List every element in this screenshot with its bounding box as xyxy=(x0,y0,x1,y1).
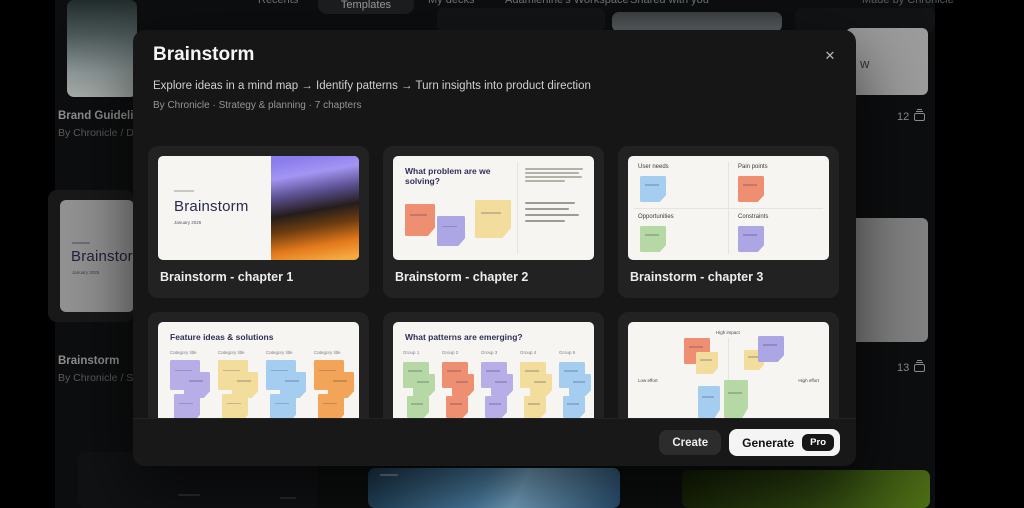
slide-count: 12 xyxy=(897,109,926,123)
deck-icon xyxy=(914,109,926,121)
group-label: Group 2 xyxy=(442,350,459,355)
group-label: Group 5 xyxy=(559,350,576,355)
chapter-card-3[interactable]: User needs Pain points Opportunities Con… xyxy=(618,146,839,298)
partial-slide-text: w xyxy=(860,56,870,71)
brainstorm-bg-title: Brainstorm xyxy=(58,355,120,367)
chapter-4-slide: Feature ideas & solutions Category title… xyxy=(158,322,359,426)
modal-title: Brainstorm xyxy=(153,44,255,65)
chapter-card-label: Brainstorm - chapter 1 xyxy=(160,270,294,284)
chapter-5-slide: What patterns are emerging? Group 1 Grou… xyxy=(393,322,594,426)
axis-label-top: High impact xyxy=(716,330,740,335)
background-slide-thumbnail[interactable] xyxy=(846,218,928,342)
slide-title: What patterns are emerging? xyxy=(405,332,523,342)
tab-recents[interactable]: Recents xyxy=(258,0,298,6)
slide-date: January 2025 xyxy=(174,220,202,225)
pro-badge: Pro xyxy=(802,434,834,451)
brand-guidelines-thumbnail[interactable] xyxy=(67,0,137,97)
close-button[interactable]: ✕ xyxy=(818,44,842,68)
brainstorm-cover-thumbnail[interactable]: Brainstorm January 2025 xyxy=(60,200,145,312)
chapter-card-1[interactable]: Brainstorm January 2025 Brainstorm - cha… xyxy=(148,146,369,298)
chapter-1-slide: Brainstorm January 2025 xyxy=(158,156,359,260)
tab-shared-with-you[interactable]: Shared with you xyxy=(630,0,709,6)
tab-workspace[interactable]: Adamlenine's Workspace xyxy=(505,0,629,6)
made-by-chronicle-label: Made by Chronicle xyxy=(862,0,954,6)
chapter-card-label: Brainstorm - chapter 3 xyxy=(630,270,764,284)
background-card xyxy=(612,12,782,32)
modal-meta: By Chronicle · Strategy & planning · 7 c… xyxy=(153,100,362,111)
slide-count: 13 xyxy=(897,360,926,374)
chapter-3-slide: User needs Pain points Opportunities Con… xyxy=(628,156,829,260)
chapter-card-2[interactable]: What problem are we solving? Brainstorm … xyxy=(383,146,604,298)
slide-count-value: 13 xyxy=(897,362,910,374)
close-icon: ✕ xyxy=(824,48,836,63)
background-card[interactable] xyxy=(682,470,930,508)
slide-count-value: 12 xyxy=(897,111,910,123)
generate-button-label: Generate xyxy=(742,435,795,450)
axis-label-right: High effort xyxy=(798,378,819,383)
quadrant-label: User needs xyxy=(638,164,669,170)
quadrant-label: Opportunities xyxy=(638,214,674,220)
deck-icon xyxy=(914,360,926,372)
column-label: Category title xyxy=(266,350,293,355)
gradient-cover-art xyxy=(270,156,359,260)
modal-description: Explore ideas in a mind map → Identify p… xyxy=(153,80,591,92)
brand-guidelines-byline: By Chronicle / De xyxy=(58,127,140,139)
template-preview-modal: Brainstorm ✕ Explore ideas in a mind map… xyxy=(133,30,856,466)
quadrant-label: Constraints xyxy=(738,214,769,220)
chapter-card-label: Brainstorm - chapter 2 xyxy=(395,270,529,284)
background-card xyxy=(437,8,605,32)
chapter-6-slide: High impact Low effort High effort xyxy=(628,322,829,426)
slide-title: What problem are we solving? xyxy=(405,166,491,187)
brand-guidelines-title: Brand Guidelin xyxy=(58,110,141,122)
tab-my-decks[interactable]: My decks xyxy=(428,0,474,6)
axis-label-left: Low effort xyxy=(638,378,658,383)
brainstorm-cover-date: January 2025 xyxy=(72,270,100,275)
group-label: Group 4 xyxy=(520,350,537,355)
column-label: Category title xyxy=(170,350,197,355)
brainstorm-bg-byline: By Chronicle / Str xyxy=(58,372,140,384)
create-button[interactable]: Create xyxy=(659,430,722,455)
group-label: Group 3 xyxy=(481,350,498,355)
modal-footer: Create Generate Pro xyxy=(133,418,856,466)
column-label: Category title xyxy=(218,350,245,355)
chapter-2-slide: What problem are we solving? xyxy=(393,156,594,260)
background-slide-thumbnail[interactable]: w xyxy=(846,28,928,95)
background-card[interactable] xyxy=(368,468,620,508)
generate-button[interactable]: Generate Pro xyxy=(729,429,840,456)
slide-title: Brainstorm xyxy=(174,198,249,215)
column-label: Category title xyxy=(314,350,341,355)
slide-title: Feature ideas & solutions xyxy=(170,332,274,342)
quadrant-label: Pain points xyxy=(738,164,768,170)
group-label: Group 1 xyxy=(403,350,420,355)
tab-templates[interactable]: Templates xyxy=(318,0,414,14)
screen: Recents Templates My decks Adamlenine's … xyxy=(0,0,1024,508)
tab-templates-label: Templates xyxy=(340,0,392,11)
